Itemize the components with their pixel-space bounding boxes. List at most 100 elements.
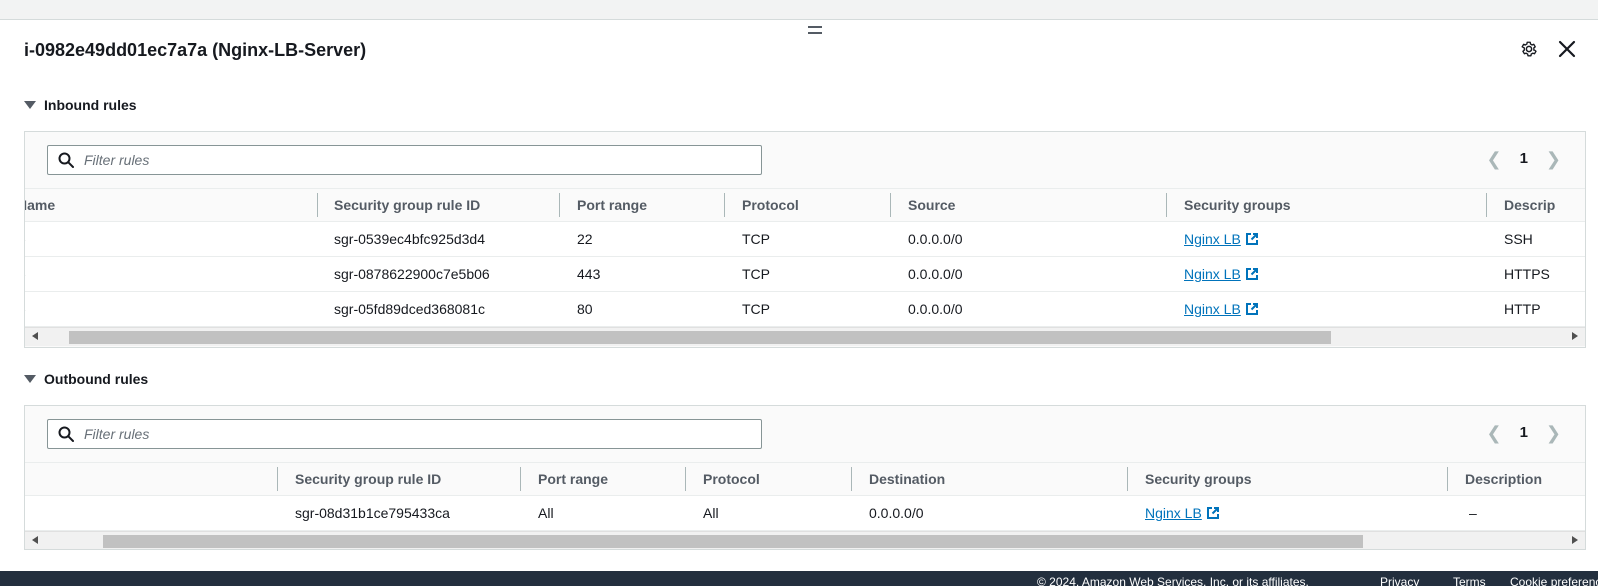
cell-name: -: [25, 222, 26, 256]
table-row: - sgr-0878622900c7e5b06 443 TCP 0.0.0.0/…: [25, 257, 1585, 292]
outbound-rules-table: ❮ 1 ❯ Security group rule ID Port range …: [24, 405, 1586, 550]
scrollbar-thumb[interactable]: [69, 331, 1331, 344]
security-group-label: Nginx LB: [1184, 266, 1241, 282]
cell-port-range: 443: [577, 266, 601, 282]
chevron-left-icon[interactable]: ❮: [1486, 150, 1501, 168]
column-header-rule-id[interactable]: Security group rule ID: [295, 463, 441, 495]
security-group-link[interactable]: Nginx LB: [1145, 505, 1220, 521]
security-group-label: Nginx LB: [1184, 301, 1241, 317]
close-icon[interactable]: [1556, 38, 1578, 60]
scroll-right-arrow-icon[interactable]: [1572, 332, 1578, 340]
column-header-security-groups[interactable]: Security groups: [1145, 463, 1252, 495]
inbound-filter: [47, 145, 762, 175]
cell-description: SSH: [1504, 231, 1533, 247]
column-resizer[interactable]: [317, 193, 318, 217]
outbound-filter: [47, 419, 762, 449]
cell-name: -: [25, 292, 26, 326]
page-footer: © 2024, Amazon Web Services, Inc. or its…: [0, 571, 1598, 586]
external-link-icon: [1245, 268, 1258, 280]
column-header-description[interactable]: Description: [1465, 463, 1542, 495]
search-icon: [58, 152, 74, 168]
footer-cookies-link[interactable]: Cookie preferences: [1510, 575, 1598, 586]
column-resizer[interactable]: [1447, 467, 1448, 491]
inbound-horizontal-scrollbar[interactable]: [25, 327, 1585, 346]
column-header-rule-id[interactable]: Security group rule ID: [334, 189, 480, 221]
cell-port-range: 80: [577, 301, 593, 317]
inbound-pagination: ❮ 1 ❯: [1486, 150, 1561, 168]
cell-port-range: All: [538, 505, 554, 521]
column-header-protocol[interactable]: Protocol: [703, 463, 760, 495]
chevron-right-icon[interactable]: ❯: [1546, 150, 1561, 168]
footer-terms-link[interactable]: Terms: [1453, 575, 1486, 586]
external-link-icon: [1245, 303, 1258, 315]
top-strip: [0, 0, 1598, 20]
cell-protocol: TCP: [742, 266, 770, 282]
column-resizer[interactable]: [559, 193, 560, 217]
outbound-rules-toggle[interactable]: Outbound rules: [24, 371, 148, 387]
cell-rule-id: sgr-0539ec4bfc925d3d4: [334, 231, 486, 247]
scroll-left-arrow-icon[interactable]: [32, 536, 38, 544]
cell-protocol: TCP: [742, 301, 770, 317]
scrollbar-thumb[interactable]: [103, 535, 1363, 548]
column-resizer[interactable]: [890, 193, 891, 217]
page-number[interactable]: 1: [1520, 150, 1528, 167]
cell-description: HTTP: [1504, 301, 1541, 317]
column-header-description[interactable]: Descrip: [1504, 189, 1555, 221]
column-resizer[interactable]: [277, 467, 278, 491]
footer-copyright: © 2024, Amazon Web Services, Inc. or its…: [1037, 575, 1309, 586]
column-resizer[interactable]: [520, 467, 521, 491]
column-header-name[interactable]: Name: [25, 189, 55, 221]
outbound-pagination: ❮ 1 ❯: [1486, 424, 1561, 442]
inbound-rules-toggle[interactable]: Inbound rules: [24, 97, 137, 113]
cell-rule-id: sgr-0878622900c7e5b06: [334, 266, 490, 282]
outbound-grid: Security group rule ID Port range Protoc…: [25, 462, 1585, 531]
scroll-left-arrow-icon[interactable]: [32, 332, 38, 340]
resize-handle[interactable]: [808, 26, 822, 34]
page-number[interactable]: 1: [1520, 424, 1528, 441]
table-row: - sgr-05fd89dced368081c 80 TCP 0.0.0.0/0…: [25, 292, 1585, 327]
footer-privacy-link[interactable]: Privacy: [1380, 575, 1419, 586]
column-header-protocol[interactable]: Protocol: [742, 189, 799, 221]
column-resizer[interactable]: [724, 193, 725, 217]
outbound-rules-heading: Outbound rules: [44, 371, 149, 387]
column-header-security-groups[interactable]: Security groups: [1184, 189, 1291, 221]
column-resizer[interactable]: [685, 467, 686, 491]
cell-protocol: TCP: [742, 231, 770, 247]
search-icon: [58, 426, 74, 442]
chevron-left-icon[interactable]: ❮: [1486, 424, 1501, 442]
column-resizer[interactable]: [851, 467, 852, 491]
column-header-port-range[interactable]: Port range: [538, 463, 608, 495]
external-link-icon: [1245, 233, 1258, 245]
column-header-destination[interactable]: Destination: [869, 463, 945, 495]
column-header-port-range[interactable]: Port range: [577, 189, 647, 221]
cell-name: -: [25, 257, 26, 291]
gear-icon[interactable]: [1518, 38, 1540, 60]
inbound-rules-table: ❮ 1 ❯ Name Security group rule ID Port r…: [24, 131, 1586, 348]
outbound-filter-input[interactable]: [84, 426, 724, 442]
chevron-right-icon[interactable]: ❯: [1546, 424, 1561, 442]
column-resizer[interactable]: [1486, 193, 1487, 217]
cell-rule-id: sgr-05fd89dced368081c: [334, 301, 486, 317]
column-resizer[interactable]: [1166, 193, 1167, 217]
external-link-icon: [1206, 507, 1219, 519]
security-group-label: Nginx LB: [1184, 231, 1241, 247]
inbound-rules-heading: Inbound rules: [44, 97, 137, 113]
cell-port-range: 22: [577, 231, 593, 247]
table-header-row: Security group rule ID Port range Protoc…: [25, 462, 1585, 496]
security-group-link[interactable]: Nginx LB: [1184, 301, 1259, 317]
security-group-link[interactable]: Nginx LB: [1184, 266, 1259, 282]
cell-description: HTTPS: [1504, 266, 1550, 282]
scroll-right-arrow-icon[interactable]: [1572, 536, 1578, 544]
security-group-label: Nginx LB: [1145, 505, 1202, 521]
cell-rule-id: sgr-08d31b1ce795433ca: [295, 505, 450, 521]
cell-source: 0.0.0.0/0: [908, 301, 963, 317]
panel-actions: [1518, 38, 1578, 60]
outbound-horizontal-scrollbar[interactable]: [25, 531, 1585, 549]
column-header-source[interactable]: Source: [908, 189, 955, 221]
caret-down-icon: [24, 375, 36, 383]
inbound-filter-input[interactable]: [84, 152, 724, 168]
cell-source: 0.0.0.0/0: [908, 231, 963, 247]
security-group-link[interactable]: Nginx LB: [1184, 231, 1259, 247]
cell-source: 0.0.0.0/0: [908, 266, 963, 282]
column-resizer[interactable]: [1127, 467, 1128, 491]
